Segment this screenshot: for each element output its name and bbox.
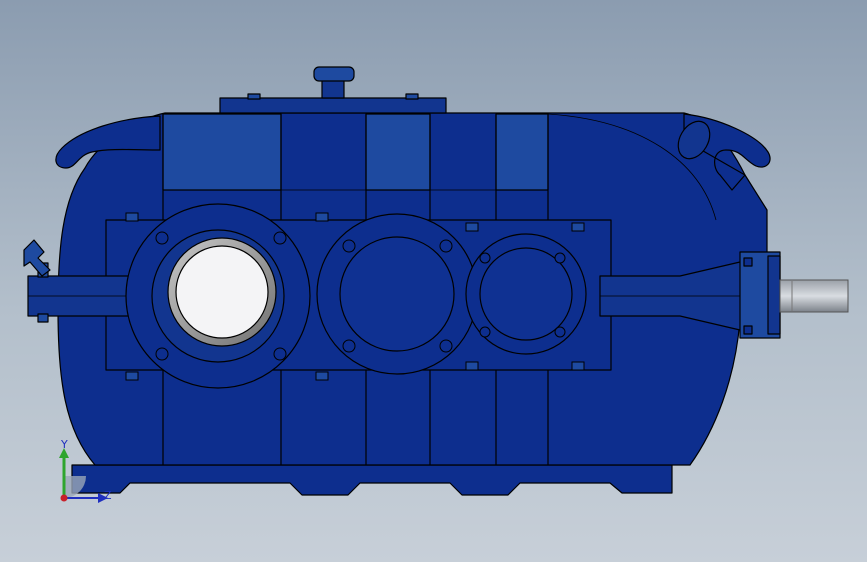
3d-viewport[interactable]: Y Z bbox=[0, 0, 867, 562]
top-cover bbox=[219, 97, 447, 114]
vent-plug-cap bbox=[313, 66, 355, 82]
bore-opening bbox=[175, 245, 269, 339]
y-axis-label: Y bbox=[61, 438, 68, 451]
rib-panel-1 bbox=[162, 113, 282, 191]
output-shaft bbox=[779, 279, 849, 313]
z-axis-label: Z bbox=[104, 489, 112, 502]
coordinate-triad: Y Z bbox=[40, 436, 120, 516]
triad-origin bbox=[60, 494, 68, 502]
gearbox-model[interactable] bbox=[0, 0, 867, 562]
base-foot bbox=[71, 464, 673, 496]
triad-shade bbox=[64, 476, 86, 498]
oil-gauge-valve bbox=[23, 239, 51, 277]
rib-panel-3 bbox=[495, 113, 549, 191]
rib-panel-2 bbox=[365, 113, 431, 191]
